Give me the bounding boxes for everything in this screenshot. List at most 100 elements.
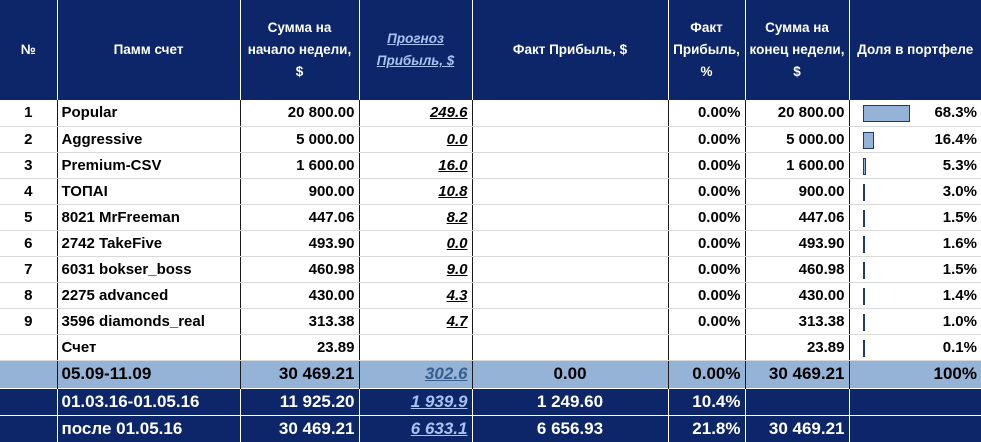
- row-forecast-link[interactable]: 16.0: [359, 152, 473, 179]
- row-end-sum: 20 800.00: [745, 100, 850, 127]
- row-share-cell: 5.3%: [849, 152, 981, 179]
- row-share-cell: 68.3%: [849, 100, 981, 127]
- summary-forecast-link[interactable]: 6 633.1: [359, 414, 473, 442]
- row-forecast-link[interactable]: 8.2: [359, 204, 473, 231]
- total-forecast-link[interactable]: 302.6: [359, 359, 473, 388]
- total-num: [0, 359, 58, 388]
- row-forecast-link[interactable]: 0.0: [359, 230, 473, 257]
- col-header-forecast[interactable]: Прогноз Прибыль, $: [359, 0, 473, 100]
- row-fact-pct: 0.00%: [668, 152, 746, 179]
- row-account-name: Popular: [57, 100, 241, 127]
- row-fact-pct: 0.00%: [668, 282, 746, 309]
- row-account-name: 2275 advanced: [57, 282, 241, 309]
- summary-num: [0, 414, 58, 442]
- summary-row: после 01.05.16 30 469.21 6 633.1 6 656.9…: [0, 414, 981, 442]
- row-account-name: 3596 diamonds_real: [57, 308, 241, 335]
- row-share-cell: 0.1%: [849, 334, 981, 361]
- row-start-sum: 460.98: [240, 256, 360, 283]
- share-percent: 1.0%: [942, 312, 977, 330]
- row-num: 7: [0, 256, 58, 283]
- total-fact-pct: 0.00%: [668, 359, 746, 388]
- summary-fact: 1 249.60: [472, 387, 669, 415]
- share-percent: 5.3%: [942, 156, 977, 174]
- share-percent: 1.4%: [942, 286, 977, 304]
- row-fact-pct: 0.00%: [668, 204, 746, 231]
- row-num: [0, 334, 58, 361]
- total-fact: 0.00: [472, 359, 669, 388]
- row-fact-usd: [472, 308, 669, 335]
- row-account-name: Aggressive: [57, 126, 241, 153]
- row-start-sum: 5 000.00: [240, 126, 360, 153]
- forecast-header-link[interactable]: Прогноз Прибыль, $: [377, 31, 455, 68]
- row-end-sum: 313.38: [745, 308, 850, 335]
- row-num: 4: [0, 178, 58, 205]
- total-row: 05.09-11.09 30 469.21 302.6 0.00 0.00% 3…: [0, 359, 981, 388]
- summary-fact: 6 656.93: [472, 414, 669, 442]
- row-start-sum: 20 800.00: [240, 100, 360, 127]
- row-forecast-link: [359, 334, 473, 361]
- summary-share: [849, 387, 981, 415]
- row-num: 8: [0, 282, 58, 309]
- summary-share: [849, 414, 981, 442]
- col-header-num: №: [0, 0, 58, 100]
- row-fact-pct: [668, 334, 746, 361]
- share-percent: 1.6%: [942, 234, 977, 252]
- row-forecast-link[interactable]: 4.7: [359, 308, 473, 335]
- share-percent: 16.4%: [934, 130, 977, 148]
- summary-end: [745, 387, 850, 415]
- row-fact-pct: 0.00%: [668, 256, 746, 283]
- row-forecast-link[interactable]: 4.3: [359, 282, 473, 309]
- share-bar: [862, 313, 865, 331]
- row-num: 3: [0, 152, 58, 179]
- table-row: 7 6031 bokser_boss 460.98 9.0 0.00% 460.98 1.5…: [0, 256, 981, 283]
- summary-start: 30 469.21: [240, 414, 360, 442]
- table-row: 2 Aggressive 5 000.00 0.0 0.00% 5 000.00 16.4%: [0, 126, 981, 153]
- row-share-cell: 1.4%: [849, 282, 981, 309]
- share-percent: 68.3%: [934, 104, 977, 121]
- pamm-portfolio-table: № Памм счет Сумма на начало недели, $ Пр…: [0, 0, 981, 442]
- row-num: 2: [0, 126, 58, 153]
- col-header-share: Доля в портфеле: [849, 0, 981, 100]
- table-row: 5 8021 MrFreeman 447.06 8.2 0.00% 447.06 1.5%: [0, 204, 981, 231]
- row-account-name: Premium-CSV: [57, 152, 241, 179]
- row-forecast-link[interactable]: 249.6: [359, 100, 473, 127]
- account-rows: 1 Popular 20 800.00 249.6 0.00% 20 800.00 68.3…: [0, 100, 981, 361]
- row-start-sum: 493.90: [240, 230, 360, 257]
- col-header-start-sum: Сумма на начало недели, $: [240, 0, 360, 100]
- row-forecast-link[interactable]: 9.0: [359, 256, 473, 283]
- row-share-cell: 1.5%: [849, 256, 981, 283]
- row-share-cell: 3.0%: [849, 178, 981, 205]
- table-row: 1 Popular 20 800.00 249.6 0.00% 20 800.00 68.3…: [0, 100, 981, 127]
- row-end-sum: 493.90: [745, 230, 850, 257]
- total-period: 05.09-11.09: [57, 359, 241, 388]
- row-fact-usd: [472, 100, 669, 127]
- total-start: 30 469.21: [240, 359, 360, 388]
- table-row: 4 ТОПАI 900.00 10.8 0.00% 900.00 3.0%: [0, 178, 981, 205]
- col-header-end-sum: Сумма на конец недели, $: [745, 0, 850, 100]
- summary-forecast-link[interactable]: 1 939.9: [359, 387, 473, 415]
- col-header-fact-usd: Факт Прибыль, $: [472, 0, 669, 100]
- row-fact-pct: 0.00%: [668, 178, 746, 205]
- row-start-sum: 1 600.00: [240, 152, 360, 179]
- row-share-cell: 1.0%: [849, 308, 981, 335]
- row-forecast-link[interactable]: 10.8: [359, 178, 473, 205]
- share-bar: [862, 261, 865, 279]
- table-row: 9 3596 diamonds_real 313.38 4.7 0.00% 313.38 1…: [0, 308, 981, 335]
- summary-period: 01.03.16-01.05.16: [57, 387, 241, 415]
- row-fact-usd: [472, 230, 669, 257]
- row-fact-usd: [472, 152, 669, 179]
- row-fact-usd: [472, 126, 669, 153]
- total-share: 100%: [849, 359, 981, 388]
- summary-end: 30 469.21: [745, 414, 850, 442]
- summary-fact-pct: 21.8%: [668, 414, 746, 442]
- row-end-sum: 1 600.00: [745, 152, 850, 179]
- row-end-sum: 23.89: [745, 334, 850, 361]
- row-num: 6: [0, 230, 58, 257]
- table-row: 8 2275 advanced 430.00 4.3 0.00% 430.00 1.4%: [0, 282, 981, 309]
- row-forecast-link[interactable]: 0.0: [359, 126, 473, 153]
- row-start-sum: 430.00: [240, 282, 360, 309]
- row-share-cell: 16.4%: [849, 126, 981, 153]
- header-row: № Памм счет Сумма на начало недели, $ Пр…: [0, 0, 981, 100]
- row-start-sum: 313.38: [240, 308, 360, 335]
- row-account-name: 6031 bokser_boss: [57, 256, 241, 283]
